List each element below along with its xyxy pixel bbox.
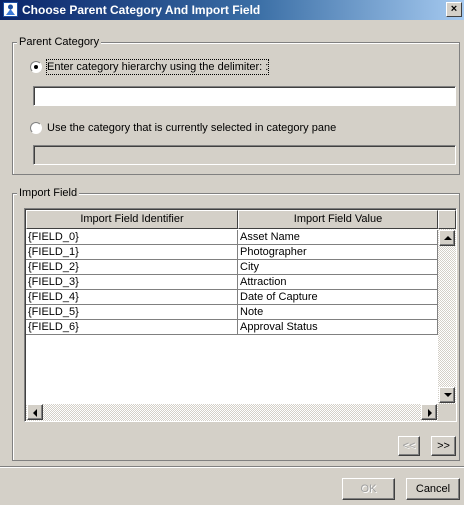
delimiter-radio[interactable] (30, 61, 42, 73)
arrow-right-icon (428, 409, 432, 417)
previous-page-button[interactable]: << (398, 436, 420, 456)
ok-button[interactable]: OK (342, 478, 395, 500)
horizontal-scrollbar[interactable] (26, 404, 438, 421)
identifier-cell[interactable]: {FIELD_5} (26, 305, 238, 320)
column-header-identifier[interactable]: Import Field Identifier (26, 210, 238, 229)
vertical-scrollbar[interactable] (438, 229, 456, 404)
value-cell[interactable]: City (238, 260, 438, 275)
arrow-up-icon (444, 236, 452, 240)
button-separator (0, 466, 464, 468)
arrow-left-icon (33, 409, 37, 417)
value-cell[interactable]: Photographer (238, 245, 438, 260)
import-field-table[interactable]: Import Field Identifier Import Field Val… (24, 208, 457, 422)
next-page-button[interactable]: >> (431, 436, 456, 456)
delimiter-input[interactable] (33, 86, 456, 106)
app-icon (3, 2, 18, 17)
identifier-cell[interactable]: {FIELD_3} (26, 275, 238, 290)
current-category-input (34, 146, 455, 164)
value-cell[interactable]: Note (238, 305, 438, 320)
column-header-value[interactable]: Import Field Value (238, 210, 438, 229)
close-button[interactable]: × (446, 2, 462, 17)
identifier-cell[interactable]: {FIELD_6} (26, 320, 238, 335)
value-cell[interactable]: Date of Capture (238, 290, 438, 305)
value-cell[interactable]: Attraction (238, 275, 438, 290)
title-bar[interactable]: Choose Parent Category And Import Field … (0, 0, 464, 20)
import-field-legend: Import Field (17, 187, 80, 200)
current-category-field (33, 145, 456, 165)
scrollbar-corner (438, 404, 456, 421)
arrow-down-icon (444, 393, 452, 397)
current-category-radio[interactable] (30, 122, 42, 134)
scroll-left-button[interactable] (27, 404, 43, 420)
scroll-right-button[interactable] (421, 404, 437, 420)
window-title: Choose Parent Category And Import Field (22, 3, 261, 17)
current-category-option[interactable]: Use the category that is currently selec… (30, 121, 336, 135)
parent-category-legend: Parent Category (17, 36, 102, 49)
delimiter-option-label[interactable]: Enter category hierarchy using the delim… (45, 59, 270, 75)
identifier-cell[interactable]: {FIELD_1} (26, 245, 238, 260)
delimiter-option[interactable]: Enter category hierarchy using the delim… (30, 59, 290, 75)
value-cell[interactable]: Asset Name (238, 230, 438, 245)
identifier-cell[interactable]: {FIELD_4} (26, 290, 238, 305)
scroll-down-button[interactable] (439, 387, 455, 403)
delimiter-input-field[interactable] (34, 87, 455, 105)
header-corner (438, 210, 456, 229)
scroll-up-button[interactable] (439, 230, 455, 246)
identifier-cell[interactable]: {FIELD_2} (26, 260, 238, 275)
current-category-option-label[interactable]: Use the category that is currently selec… (47, 121, 336, 135)
cancel-button[interactable]: Cancel (406, 478, 460, 500)
identifier-cell[interactable]: {FIELD_0} (26, 230, 238, 245)
value-cell[interactable]: Approval Status (238, 320, 438, 335)
